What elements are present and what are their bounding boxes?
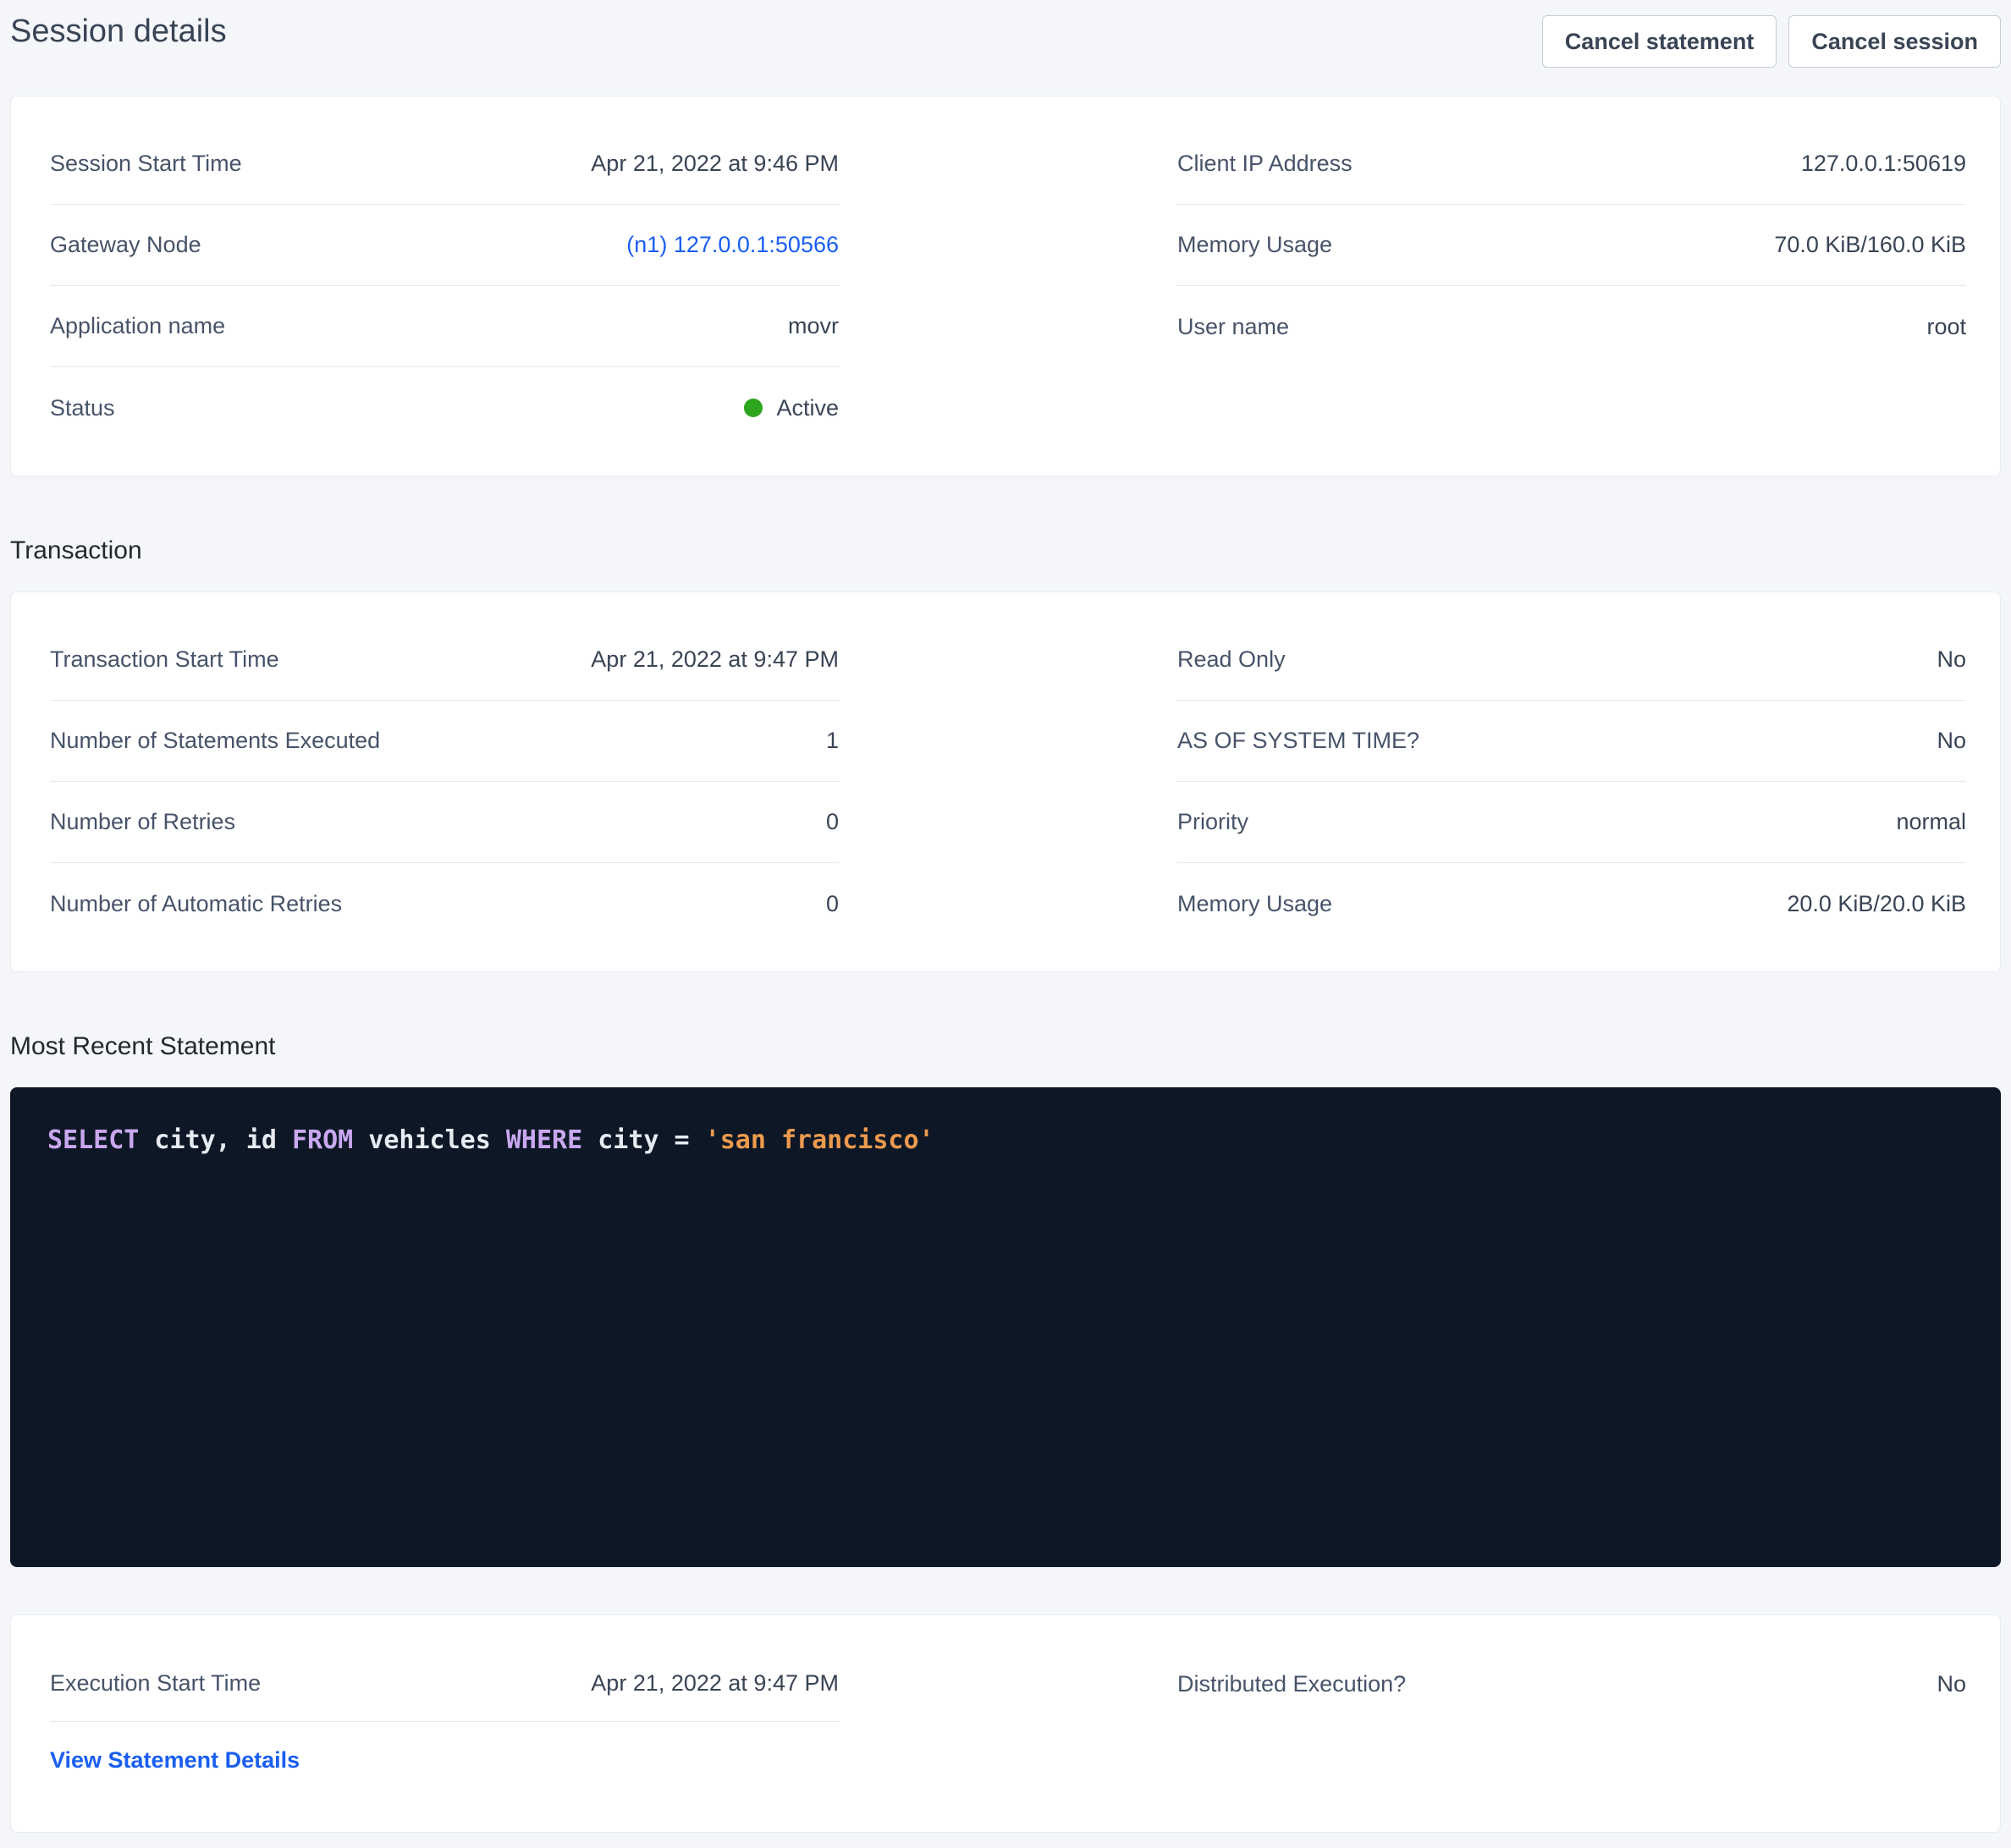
row-distributed-execution: Distributed Execution? No [1177, 1646, 1966, 1722]
row-value: movr [788, 313, 839, 339]
row-label: Status [50, 395, 115, 421]
status-text: Active [776, 395, 839, 421]
row-value: No [1937, 646, 1966, 673]
execution-grid: Execution Start Time Apr 21, 2022 at 9:4… [11, 1615, 2000, 1832]
row-value: normal [1896, 809, 1966, 835]
row-transaction-memory-usage: Memory Usage 20.0 KiB/20.0 KiB [1177, 863, 1966, 944]
row-value: No [1937, 1671, 1966, 1697]
session-details-page: Session details Cancel statement Cancel … [0, 0, 2011, 1848]
transaction-section-heading: Transaction [10, 536, 2001, 566]
session-right-column: Client IP Address 127.0.0.1:50619 Memory… [1177, 124, 1966, 448]
status-badge: Active [744, 395, 839, 421]
sql-keyword: FROM [292, 1125, 353, 1155]
page-header: Session details Cancel statement Cancel … [10, 12, 2001, 68]
row-gateway-node: Gateway Node (n1) 127.0.0.1:50566 [50, 205, 839, 286]
sql-keyword: SELECT [47, 1125, 139, 1155]
transaction-left-column: Transaction Start Time Apr 21, 2022 at 9… [50, 619, 839, 944]
row-label: AS OF SYSTEM TIME? [1177, 728, 1419, 754]
row-transaction-start-time: Transaction Start Time Apr 21, 2022 at 9… [50, 619, 839, 701]
row-label: Distributed Execution? [1177, 1671, 1406, 1697]
row-label: Session Start Time [50, 151, 242, 177]
row-label: Client IP Address [1177, 151, 1353, 177]
row-client-ip-address: Client IP Address 127.0.0.1:50619 [1177, 124, 1966, 205]
most-recent-statement-heading: Most Recent Statement [10, 1031, 2001, 1062]
row-user-name: User name root [1177, 286, 1966, 367]
row-memory-usage: Memory Usage 70.0 KiB/160.0 KiB [1177, 205, 1966, 286]
row-value: 0 [826, 809, 839, 835]
sql-string-literal: 'san francisco' [705, 1125, 934, 1155]
header-actions: Cancel statement Cancel session [1542, 15, 2001, 68]
execution-left-column: Execution Start Time Apr 21, 2022 at 9:4… [50, 1646, 839, 1798]
gateway-node-link[interactable]: (n1) 127.0.0.1:50566 [626, 232, 839, 258]
row-value: 127.0.0.1:50619 [1801, 151, 1966, 177]
row-priority: Priority normal [1177, 782, 1966, 863]
transaction-grid: Transaction Start Time Apr 21, 2022 at 9… [11, 592, 2000, 971]
row-value: Apr 21, 2022 at 9:47 PM [591, 1670, 839, 1697]
page-title: Session details [10, 12, 227, 51]
row-view-statement-details: View Statement Details [50, 1722, 839, 1798]
row-execution-start-time: Execution Start Time Apr 21, 2022 at 9:4… [50, 1646, 839, 1722]
row-label: Read Only [1177, 646, 1286, 673]
row-value: 20.0 KiB/20.0 KiB [1787, 891, 1966, 917]
row-label: Transaction Start Time [50, 646, 279, 673]
view-statement-details-link[interactable]: View Statement Details [50, 1747, 300, 1774]
cancel-statement-button[interactable]: Cancel statement [1542, 15, 1777, 68]
row-value: 1 [826, 728, 839, 754]
row-label: Application name [50, 313, 225, 339]
transaction-right-column: Read Only No AS OF SYSTEM TIME? No Prior… [1177, 619, 1966, 944]
row-status: Status Active [50, 367, 839, 448]
row-statements-executed: Number of Statements Executed 1 [50, 701, 839, 782]
row-label: Execution Start Time [50, 1670, 261, 1697]
session-left-column: Session Start Time Apr 21, 2022 at 9:46 … [50, 124, 839, 448]
sql-text: city = [582, 1125, 705, 1155]
sql-keyword: WHERE [506, 1125, 582, 1155]
row-label: Memory Usage [1177, 232, 1332, 258]
row-label: Number of Retries [50, 809, 235, 835]
row-label: User name [1177, 314, 1289, 340]
row-label: Gateway Node [50, 232, 201, 258]
sql-text: vehicles [353, 1125, 506, 1155]
row-value: No [1937, 728, 1966, 754]
row-label: Memory Usage [1177, 891, 1332, 917]
cancel-session-button[interactable]: Cancel session [1788, 15, 2001, 68]
execution-right-column: Distributed Execution? No [1177, 1646, 1966, 1798]
row-value: 0 [826, 891, 839, 917]
row-label: Number of Automatic Retries [50, 891, 342, 917]
row-value: root [1926, 314, 1966, 340]
row-session-start-time: Session Start Time Apr 21, 2022 at 9:46 … [50, 124, 839, 205]
row-label: Priority [1177, 809, 1248, 835]
status-active-dot-icon [744, 399, 763, 417]
row-value: 70.0 KiB/160.0 KiB [1774, 232, 1966, 258]
row-automatic-retries: Number of Automatic Retries 0 [50, 863, 839, 944]
row-value: Apr 21, 2022 at 9:47 PM [591, 646, 839, 673]
row-number-of-retries: Number of Retries 0 [50, 782, 839, 863]
execution-details-card: Execution Start Time Apr 21, 2022 at 9:4… [10, 1614, 2001, 1833]
session-summary-card: Session Start Time Apr 21, 2022 at 9:46 … [10, 96, 2001, 476]
row-value: Apr 21, 2022 at 9:46 PM [591, 151, 839, 177]
row-application-name: Application name movr [50, 286, 839, 367]
transaction-card: Transaction Start Time Apr 21, 2022 at 9… [10, 591, 2001, 972]
sql-text: city, id [139, 1125, 292, 1155]
row-label: Number of Statements Executed [50, 728, 380, 754]
sql-statement-box: SELECT city, id FROM vehicles WHERE city… [10, 1087, 2001, 1567]
row-read-only: Read Only No [1177, 619, 1966, 701]
row-as-of-system-time: AS OF SYSTEM TIME? No [1177, 701, 1966, 782]
session-summary-grid: Session Start Time Apr 21, 2022 at 9:46 … [11, 96, 2000, 476]
